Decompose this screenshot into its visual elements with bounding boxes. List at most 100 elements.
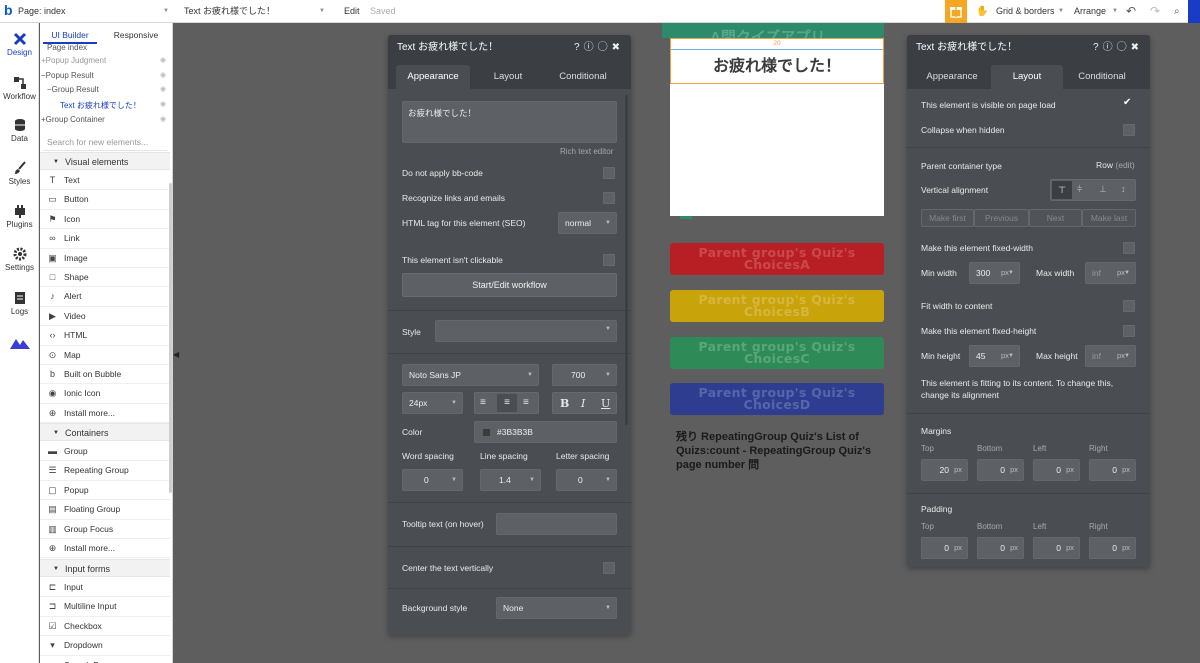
align-left-icon[interactable]: ≡ [480, 397, 486, 408]
close-icon[interactable]: ✖ [612, 42, 624, 53]
no-bbcode-checkbox[interactable] [603, 167, 615, 179]
element-item[interactable]: ▥ Group Focus [40, 520, 170, 539]
html-tag-dropdown[interactable]: normal ▼ [558, 212, 617, 234]
background-style-dropdown[interactable]: None ▼ [496, 597, 617, 619]
max-width-input[interactable]: inf px ▼ [1085, 262, 1136, 284]
choice-c-button[interactable]: Parent group's Quiz's ChoicesC [670, 337, 884, 369]
align-center-icon[interactable]: ≡ [497, 394, 517, 412]
remaining-count-text[interactable]: 残り RepeatingGroup Quiz's List of Quizs:c… [676, 430, 880, 472]
align-stretch-icon[interactable]: ↕ [1121, 184, 1126, 194]
margin-top-input[interactable]: 20 px [921, 459, 968, 481]
bubble-logo[interactable]: b [4, 0, 13, 22]
element-item[interactable]: ▭ Button [40, 190, 170, 210]
nav-settings[interactable]: Settings [0, 247, 39, 272]
style-dropdown[interactable]: ▼ [435, 320, 617, 342]
next-button[interactable]: Next [1029, 209, 1082, 227]
info-icon[interactable]: ⓘ [1103, 42, 1117, 53]
help-icon[interactable]: ? [1093, 42, 1103, 53]
nav-design[interactable]: Design [0, 32, 39, 57]
letter-spacing-dropdown[interactable]: 0 ▼ [556, 469, 617, 491]
tab-layout[interactable]: Layout [472, 65, 544, 89]
tab-conditional[interactable]: Conditional [546, 65, 620, 89]
recognize-links-checkbox[interactable] [603, 192, 615, 204]
margin-right-input[interactable]: 0 px [1089, 459, 1136, 481]
element-item[interactable]: ▶ Video [40, 307, 170, 327]
tree-item[interactable]: Page index [47, 43, 87, 52]
element-item[interactable]: ◉ Ionic Icon [40, 384, 170, 404]
text-color-picker[interactable]: #3B3B3B [474, 421, 617, 443]
font-family-dropdown[interactable]: Noto Sans JP ▼ [402, 364, 539, 386]
start-edit-workflow-button[interactable]: Start/Edit workflow [402, 273, 617, 297]
min-height-input[interactable]: 45 px ▼ [969, 345, 1020, 367]
element-search-input[interactable]: Search for new elements... [43, 133, 167, 151]
user-avatar[interactable] [1188, 0, 1200, 23]
tree-item[interactable]: −Group Result [47, 85, 99, 94]
panel-scrollbar[interactable] [625, 95, 628, 425]
nav-logs[interactable]: Logs [0, 291, 39, 316]
choice-a-button[interactable]: Parent group's Quiz's ChoicesA [670, 243, 884, 275]
fixed-height-checkbox[interactable] [1123, 325, 1135, 337]
choice-b-button[interactable]: Parent group's Quiz's ChoicesB [670, 290, 884, 322]
grid-borders-menu[interactable]: Grid & borders [996, 0, 1055, 23]
element-item[interactable]: ⌕ Search Box [40, 656, 170, 663]
fixed-width-checkbox[interactable] [1123, 242, 1135, 254]
previous-button[interactable]: Previous [974, 209, 1029, 227]
close-icon[interactable]: ✖ [1131, 42, 1143, 53]
element-selector[interactable]: Text お疲れ様でした！ [184, 0, 275, 23]
edit-menu[interactable]: Edit [344, 0, 360, 23]
tab-appearance[interactable]: Appearance [915, 65, 989, 89]
element-item[interactable]: ▣ Image [40, 249, 170, 268]
element-item[interactable]: ‹› HTML [40, 326, 170, 346]
section-containers[interactable]: ▼ Containers [40, 423, 170, 441]
choice-d-button[interactable]: Parent group's Quiz's ChoicesD [670, 383, 884, 415]
line-spacing-dropdown[interactable]: 1.4 ▼ [480, 469, 541, 491]
tree-item[interactable]: +Popup Judgment [41, 56, 106, 65]
nav-styles[interactable]: Styles [0, 161, 39, 186]
element-item[interactable]: ⊕ Install more... [40, 404, 170, 424]
tree-item[interactable]: +Group Container [41, 115, 105, 124]
element-item[interactable]: ∞ Link [40, 229, 170, 249]
nav-bubble[interactable] [0, 336, 39, 352]
element-item[interactable]: T Text [40, 171, 170, 191]
padding-left-input[interactable]: 0 px [1033, 537, 1080, 559]
visible-on-load-checkbox[interactable]: ✔ [1123, 97, 1131, 108]
element-item[interactable]: ☰ Repeating Group [40, 461, 170, 481]
element-item[interactable]: □ Shape [40, 268, 170, 288]
parent-type-edit-link[interactable]: (edit) [1115, 160, 1134, 170]
search-icon[interactable]: ⌕ [1174, 0, 1180, 23]
tab-ui-builder[interactable]: UI Builder [43, 26, 97, 44]
padding-top-input[interactable]: 0 px [921, 537, 968, 559]
element-item[interactable]: ☑ Checkbox [40, 617, 170, 637]
comment-icon[interactable]: ◯ [598, 42, 612, 53]
not-clickable-checkbox[interactable] [603, 254, 615, 266]
align-right-icon[interactable]: ≡ [523, 397, 529, 408]
margin-bottom-input[interactable]: 0 px [977, 459, 1024, 481]
info-icon[interactable]: ⓘ [584, 42, 598, 53]
font-weight-dropdown[interactable]: 700 ▼ [552, 364, 617, 386]
make-first-button[interactable]: Make first [921, 209, 974, 227]
element-item[interactable]: ⊏ Input [40, 578, 170, 598]
sidebar-scrollbar[interactable] [169, 183, 172, 493]
padding-right-input[interactable]: 0 px [1089, 537, 1136, 559]
eye-icon[interactable]: ◉ [160, 56, 166, 64]
hand-icon[interactable]: ✋ [976, 0, 988, 23]
min-width-input[interactable]: 300 px ▼ [969, 262, 1020, 284]
element-item[interactable]: ⊕ Install more... [40, 539, 170, 559]
tab-appearance[interactable]: Appearance [396, 65, 470, 89]
element-item[interactable]: ⊐ Multiline Input [40, 597, 170, 617]
tab-layout[interactable]: Layout [991, 65, 1063, 89]
element-item[interactable]: ▾ Dropdown [40, 636, 170, 656]
align-top-icon[interactable]: ⊤ [1052, 181, 1072, 199]
element-item[interactable]: ▬ Group [40, 442, 170, 462]
font-size-dropdown[interactable]: 24px ▼ [402, 392, 463, 414]
nav-data[interactable]: Data [0, 118, 39, 143]
comment-icon[interactable]: ◯ [1117, 42, 1131, 53]
rich-text-editor-link[interactable]: Rich text editor [560, 147, 613, 156]
element-item[interactable]: ⊙ Map [40, 346, 170, 365]
completion-text[interactable]: お疲れ様でした！ [671, 52, 883, 76]
word-spacing-dropdown[interactable]: 0 ▼ [402, 469, 463, 491]
element-item[interactable]: ⚑ Icon [40, 210, 170, 230]
section-visual-elements[interactable]: ▼ Visual elements [40, 152, 170, 170]
bold-button[interactable]: B [560, 397, 569, 410]
redo-icon[interactable]: ↷ [1150, 0, 1160, 23]
